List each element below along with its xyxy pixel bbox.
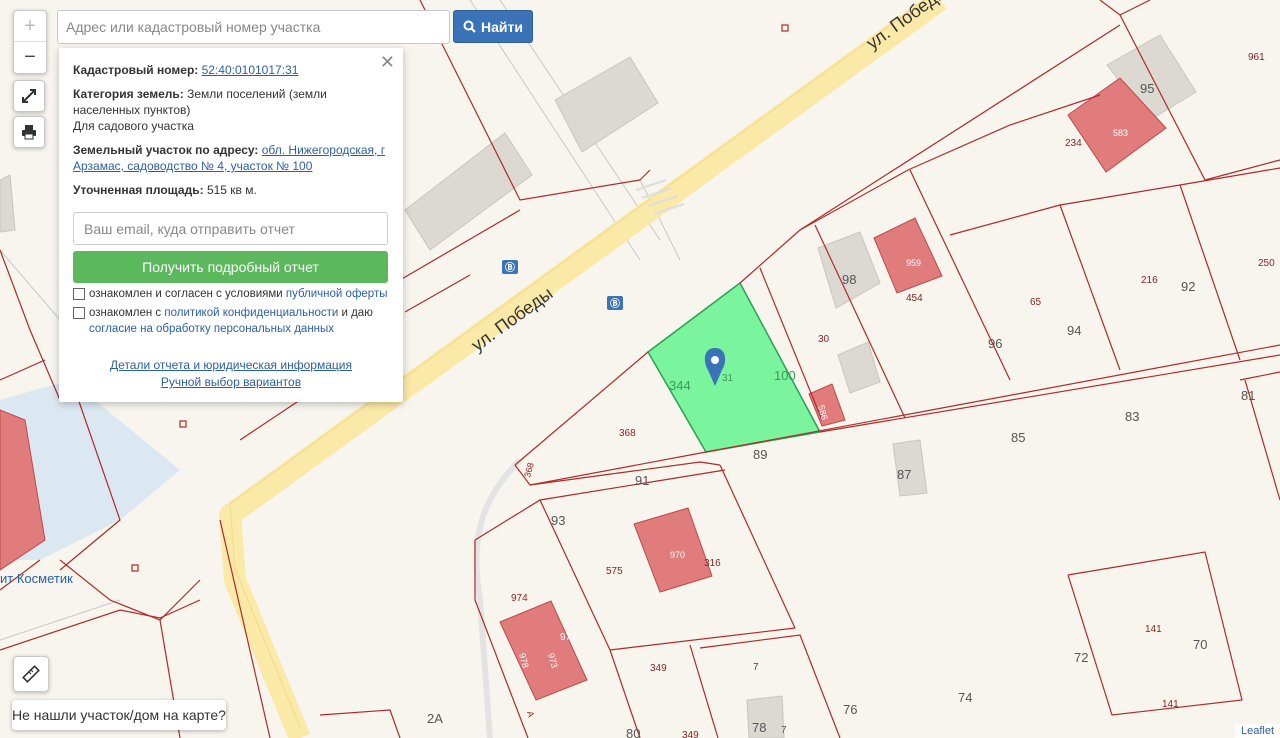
parcel-label: 250 <box>1258 258 1275 269</box>
bus-stop-icon[interactable]: Ⓑ <box>607 296 623 310</box>
expand-icon <box>22 89 36 103</box>
privacy-checkbox[interactable] <box>73 307 85 319</box>
parcel-label: 959 <box>906 258 921 268</box>
close-icon[interactable]: ✕ <box>380 53 395 71</box>
printer-icon <box>22 125 36 140</box>
zoom-control: + − <box>13 10 47 74</box>
parcel-label: 349 <box>650 663 667 674</box>
svg-text:Ⓑ: Ⓑ <box>610 297 620 310</box>
cadastral-label: Кадастровый номер: <box>73 63 199 77</box>
house-number: 70 <box>1193 637 1207 652</box>
svg-text:Ⓑ: Ⓑ <box>505 261 515 274</box>
get-report-button[interactable]: Получить подробный отчет <box>73 251 388 283</box>
offer-link[interactable]: публичной оферты <box>286 288 388 300</box>
parcel-label: 583 <box>1113 128 1128 138</box>
house-number: 94 <box>1067 323 1081 338</box>
not-found-button[interactable]: Не нашли участок/дом на карте? <box>12 700 226 730</box>
cadastral-number-link[interactable]: 52:40:0101017:31 <box>202 63 299 77</box>
category-label: Категория земель: <box>73 87 184 101</box>
parcel-label: 234 <box>1065 138 1082 149</box>
consent-link[interactable]: согласие на обработку персональных данны… <box>89 323 334 335</box>
offer-checkbox-row: ознакомлен и согласен с условиями публич… <box>73 286 389 302</box>
privacy-text-2: и даю <box>338 307 373 319</box>
house-number: 2А <box>427 711 443 726</box>
email-field[interactable] <box>73 212 388 245</box>
zoom-in-button[interactable]: + <box>14 11 46 42</box>
fullscreen-button[interactable] <box>13 80 45 112</box>
house-number: 74 <box>958 690 972 705</box>
area-value: 515 кв м. <box>206 183 257 197</box>
parcel-label: 974 <box>511 593 528 604</box>
cadastral-row: Кадастровый номер: 52:40:0101017:31 <box>73 62 389 78</box>
area-label: Уточненная площадь: <box>73 183 204 197</box>
house-number: 83 <box>1125 409 1139 424</box>
house-number: 100 <box>774 368 796 383</box>
poi-label: ит Косметик <box>0 571 73 586</box>
parcel-label: 316 <box>704 558 721 569</box>
privacy-checkbox-row: ознакомлен с политикой конфиденциальност… <box>73 305 389 337</box>
land-use-value: Для садового участка <box>73 119 194 133</box>
house-number: 96 <box>988 336 1002 351</box>
parcel-label: 368 <box>619 428 636 439</box>
house-number: 78 <box>752 720 766 735</box>
manual-choice-link[interactable]: Ручной выбор вариантов <box>161 374 301 391</box>
details-link[interactable]: Детали отчета и юридическая информация <box>110 357 352 374</box>
house-number: 93 <box>551 513 565 528</box>
parcel-label: 30 <box>818 334 830 345</box>
house-number: 85 <box>1011 430 1025 445</box>
offer-text: ознакомлен и согласен с условиями <box>89 288 286 300</box>
house-number: 91 <box>635 473 649 488</box>
privacy-text: ознакомлен с <box>89 307 165 319</box>
privacy-link[interactable]: политикой конфиденциальности <box>164 307 338 319</box>
print-button[interactable] <box>13 116 45 148</box>
house-number: 7 <box>781 725 787 736</box>
parcel-label: 970 <box>670 550 685 560</box>
parcel-info-popup: ✕ Кадастровый номер: 52:40:0101017:31 Ка… <box>59 48 403 402</box>
house-number: 76 <box>843 702 857 717</box>
house-number: 95 <box>1140 81 1154 96</box>
house-number: 81 <box>1241 388 1255 403</box>
parcel-label: 575 <box>606 566 623 577</box>
parcel-label: 141 <box>1145 624 1162 635</box>
find-button-label: Найти <box>481 18 523 35</box>
zoom-out-button[interactable]: − <box>14 42 46 72</box>
parcel-label: 7 <box>753 662 759 673</box>
area-row: Уточненная площадь: 515 кв м. <box>73 182 389 198</box>
house-number: 72 <box>1074 650 1088 665</box>
parcel-label: 961 <box>1248 52 1265 63</box>
house-number: 80 <box>626 726 640 738</box>
house-number: 344 <box>669 378 691 393</box>
bus-stop-icon[interactable]: Ⓑ <box>502 260 518 274</box>
parcel-label: 216 <box>1141 275 1158 286</box>
house-number: 31 <box>722 373 734 384</box>
find-button[interactable]: Найти <box>453 10 533 43</box>
leaflet-attribution[interactable]: Leaflet <box>1234 724 1280 738</box>
popup-links: Детали отчета и юридическая информация Р… <box>73 357 389 391</box>
ruler-icon <box>22 665 40 683</box>
house-number: 89 <box>753 447 767 462</box>
measure-button[interactable] <box>13 656 49 692</box>
category-row: Категория земель: Земли поселений (земли… <box>73 86 389 134</box>
offer-checkbox[interactable] <box>73 288 85 300</box>
parcel-label: 349 <box>682 730 699 738</box>
address-row: Земельный участок по адресу: обл. Нижего… <box>73 142 389 174</box>
search-icon <box>463 20 476 33</box>
address-label: Земельный участок по адресу: <box>73 143 259 157</box>
parcel-label: 65 <box>1030 297 1042 308</box>
house-number: 98 <box>842 272 856 287</box>
search-input[interactable] <box>57 10 450 44</box>
parcel-label: 141 <box>1162 699 1179 710</box>
house-number: 92 <box>1181 279 1195 294</box>
house-number: 87 <box>897 467 911 482</box>
parcel-label: 974 <box>560 632 577 643</box>
parcel-label: 454 <box>906 293 923 304</box>
